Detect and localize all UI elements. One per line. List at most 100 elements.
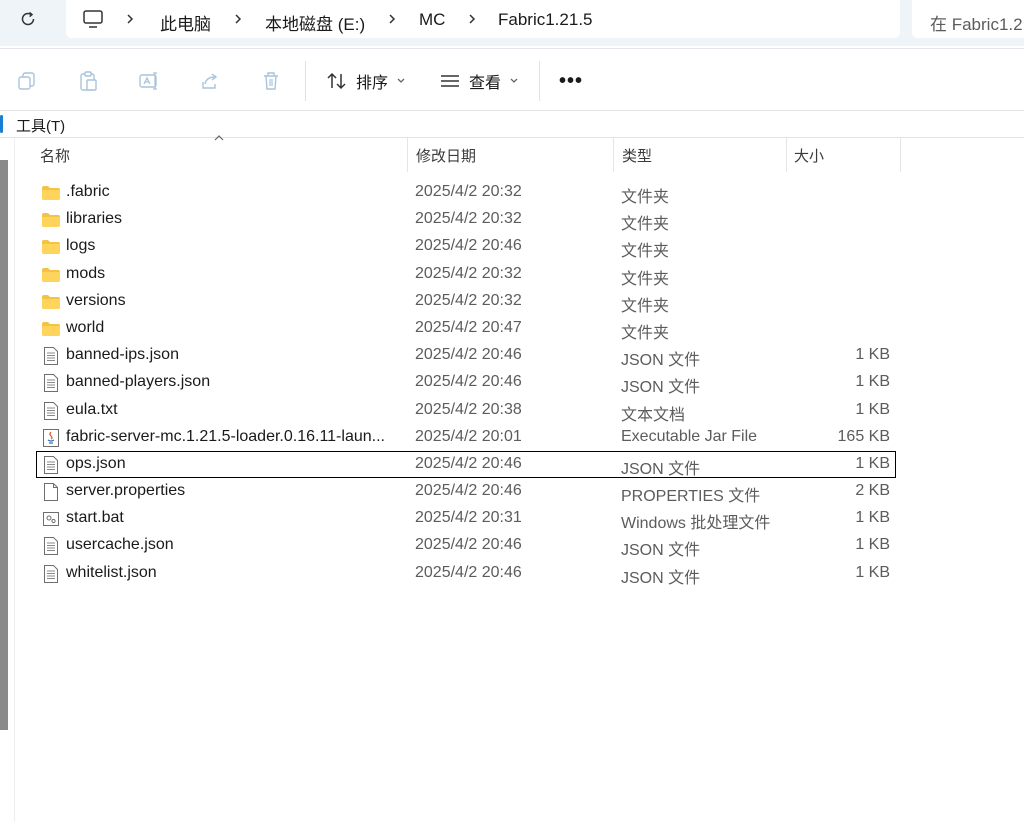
column-divider[interactable] bbox=[900, 138, 901, 172]
folder-icon bbox=[41, 237, 61, 257]
file-size: 1 KB bbox=[855, 509, 890, 527]
file-date-modified: 2025/4/2 20:32 bbox=[415, 183, 522, 200]
file-size: 165 KB bbox=[837, 427, 890, 445]
file-list: .fabric 2025/4/2 20:32 文件夹 libraries 2025/4/… bbox=[36, 179, 896, 587]
column-header-date[interactable]: 修改日期 bbox=[408, 138, 613, 172]
file-size: 1 KB bbox=[855, 400, 890, 418]
navigation-pane-scrollbar[interactable] bbox=[0, 160, 8, 730]
breadcrumb-mc[interactable]: MC bbox=[419, 10, 445, 30]
file-date-modified: 2025/4/2 20:46 bbox=[415, 563, 522, 581]
pane-divider bbox=[14, 138, 15, 822]
paste-button[interactable] bbox=[76, 69, 100, 93]
file-row[interactable]: logs 2025/4/2 20:46 文件夹 bbox=[36, 233, 896, 260]
file-size: 1 KB bbox=[855, 563, 890, 581]
column-header-date-label: 修改日期 bbox=[416, 147, 477, 165]
file-date-modified: 2025/4/2 20:32 bbox=[415, 210, 522, 228]
file-row[interactable]: banned-players.json 2025/4/2 20:46 JSON 文件… bbox=[36, 369, 896, 396]
batch-file-icon bbox=[41, 509, 61, 529]
folder-icon bbox=[41, 292, 61, 312]
text-file-icon bbox=[41, 455, 61, 475]
search-input[interactable]: 在 Fabric1.21.5 中搜索 bbox=[912, 0, 1024, 38]
file-name: start.bat bbox=[66, 509, 124, 527]
more-options-button[interactable]: ••• bbox=[556, 69, 586, 93]
file-row[interactable]: ops.json 2025/4/2 20:46 JSON 文件 1 KB bbox=[36, 450, 896, 479]
view-label: 查看 bbox=[469, 75, 502, 92]
blank-file-icon bbox=[41, 482, 61, 502]
file-type: 文本文档 bbox=[621, 406, 686, 424]
share-button[interactable] bbox=[198, 69, 222, 93]
file-date-modified: 2025/4/2 20:32 bbox=[415, 291, 522, 309]
chevron-right-icon bbox=[235, 14, 242, 24]
sort-button[interactable]: 排序 bbox=[326, 67, 406, 95]
file-date-modified: 2025/4/2 20:46 bbox=[415, 536, 522, 554]
view-button[interactable]: 查看 bbox=[439, 67, 519, 95]
folder-icon bbox=[41, 265, 61, 285]
delete-button[interactable] bbox=[259, 69, 283, 93]
file-type: Executable Jar File bbox=[621, 427, 758, 445]
file-row[interactable]: eula.txt 2025/4/2 20:38 文本文档 1 KB bbox=[36, 397, 896, 424]
breadcrumb-drive-e[interactable]: 本地磁盘 (E:) bbox=[265, 10, 365, 35]
toolbar-divider bbox=[539, 61, 540, 101]
breadcrumb[interactable]: 此电脑 本地磁盘 (E:) MC Fabric1.21.5 bbox=[66, 0, 900, 38]
sort-icon bbox=[327, 72, 346, 90]
file-date-modified: 2025/4/2 20:46 bbox=[415, 237, 522, 255]
file-date-modified: 2025/4/2 20:46 bbox=[415, 454, 522, 472]
file-date-modified: 2025/4/2 20:31 bbox=[415, 509, 522, 527]
text-file-icon bbox=[41, 536, 61, 556]
share-icon bbox=[202, 73, 218, 89]
refresh-icon bbox=[21, 11, 35, 26]
file-name: world bbox=[66, 318, 105, 336]
file-type: JSON 文件 bbox=[621, 379, 701, 397]
text-file-icon bbox=[41, 373, 61, 393]
file-row[interactable]: banned-ips.json 2025/4/2 20:46 JSON 文件 1 KB bbox=[36, 342, 896, 369]
file-name: libraries bbox=[66, 210, 123, 228]
rename-icon bbox=[139, 72, 157, 90]
file-type: 文件夹 bbox=[621, 243, 670, 261]
file-size: 1 KB bbox=[855, 346, 890, 364]
file-name: banned-players.json bbox=[66, 373, 211, 391]
column-header-type-label: 类型 bbox=[622, 147, 653, 165]
chevron-right-icon bbox=[389, 14, 396, 24]
file-row[interactable]: libraries 2025/4/2 20:32 文件夹 bbox=[36, 206, 896, 233]
column-header-type[interactable]: 类型 bbox=[614, 138, 786, 172]
file-name: logs bbox=[66, 237, 96, 255]
copy-icon bbox=[18, 72, 35, 90]
command-bar: 排序 查看 ••• bbox=[0, 48, 1024, 110]
file-name: .fabric bbox=[66, 183, 110, 200]
file-type: JSON 文件 bbox=[621, 352, 701, 370]
rename-button[interactable] bbox=[137, 69, 161, 93]
file-name: whitelist.json bbox=[66, 563, 157, 581]
file-row[interactable]: usercache.json 2025/4/2 20:46 JSON 文件 1 KB bbox=[36, 532, 896, 559]
folder-icon bbox=[41, 319, 61, 339]
file-name: fabric-server-mc.1.21.5-loader.0.16.11-l… bbox=[66, 427, 385, 445]
file-date-modified: 2025/4/2 20:38 bbox=[415, 400, 522, 418]
search-placeholder: 在 Fabric1.21.5 中搜索 bbox=[930, 15, 1024, 34]
column-header-name[interactable]: 名称 bbox=[32, 138, 407, 172]
column-header-row: 名称 修改日期 类型 大小 bbox=[16, 138, 902, 172]
file-row[interactable]: fabric-server-mc.1.21.5-loader.0.16.11-l… bbox=[36, 424, 896, 451]
chevron-down-icon bbox=[510, 78, 518, 83]
file-row[interactable]: server.properties 2025/4/2 20:46 PROPERTIE… bbox=[36, 478, 896, 505]
file-type: 文件夹 bbox=[621, 189, 670, 206]
file-date-modified: 2025/4/2 20:01 bbox=[415, 427, 522, 445]
menu-tools[interactable]: 工具(T) bbox=[16, 115, 65, 136]
file-type: 文件夹 bbox=[621, 297, 670, 315]
file-row[interactable]: whitelist.json 2025/4/2 20:46 JSON 文件 1 KB bbox=[36, 560, 896, 587]
file-row[interactable]: world 2025/4/2 20:47 文件夹 bbox=[36, 315, 896, 342]
column-header-size[interactable]: 大小 bbox=[786, 138, 900, 172]
refresh-button[interactable] bbox=[12, 5, 44, 33]
chevron-right-icon bbox=[469, 14, 476, 24]
file-row[interactable]: .fabric 2025/4/2 20:32 文件夹 bbox=[36, 179, 896, 206]
file-name: mods bbox=[66, 264, 106, 282]
file-row[interactable]: versions 2025/4/2 20:32 文件夹 bbox=[36, 288, 896, 315]
file-row[interactable]: start.bat 2025/4/2 20:31 Windows 批处理文件 1 KB bbox=[36, 505, 896, 532]
chevron-down-icon bbox=[397, 78, 405, 83]
copy-button[interactable] bbox=[15, 69, 39, 93]
file-size: 1 KB bbox=[855, 373, 890, 391]
breadcrumb-fabric[interactable]: Fabric1.21.5 bbox=[498, 10, 593, 30]
file-row[interactable]: mods 2025/4/2 20:32 文件夹 bbox=[36, 261, 896, 288]
breadcrumb-this-pc[interactable]: 此电脑 bbox=[160, 10, 211, 35]
file-size: 1 KB bbox=[855, 454, 890, 472]
file-date-modified: 2025/4/2 20:46 bbox=[415, 373, 522, 391]
file-size: 1 KB bbox=[855, 536, 890, 554]
